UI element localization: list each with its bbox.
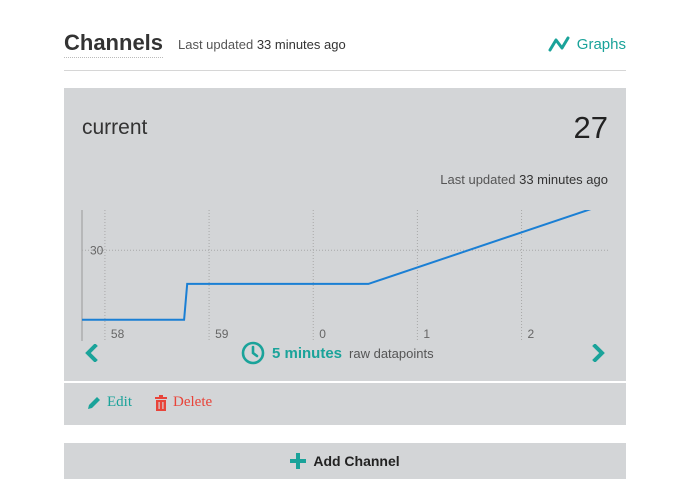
edit-label: Edit — [107, 394, 132, 410]
plus-icon — [290, 453, 307, 469]
graphs-link-label: Graphs — [576, 35, 626, 53]
channel-card: current 27 Last updated 33 minutes ago 5… — [64, 88, 626, 425]
page-title: Channels — [64, 30, 164, 58]
line-chart-icon — [548, 36, 570, 52]
add-channel-label: Add Channel — [313, 453, 400, 469]
edit-button[interactable]: Edit — [86, 394, 132, 411]
clock-icon — [241, 341, 265, 365]
chevron-left-icon — [85, 343, 98, 363]
time-range-description: raw datapoints — [349, 345, 434, 361]
card-divider — [64, 381, 626, 383]
x-tick-label: 2 — [528, 327, 535, 341]
time-range-selector[interactable]: 5 minutes raw datapoints — [241, 341, 434, 365]
pencil-icon — [88, 396, 100, 409]
delete-label: Delete — [173, 394, 213, 410]
channels-header: Channels Last updated 33 minutes ago Gra… — [64, 30, 626, 71]
chart-prev-button[interactable] — [84, 343, 98, 367]
x-tick-label: 1 — [423, 327, 430, 341]
graphs-link[interactable]: Graphs — [548, 35, 626, 53]
x-tick-label: 0 — [319, 327, 326, 341]
header-updated-prefix: Last updated — [178, 37, 254, 52]
x-tick-label: 59 — [215, 327, 229, 341]
header-updated-value: 33 minutes ago — [256, 37, 346, 52]
channel-chart: 58 59 0 1 2 30 — [81, 210, 608, 341]
delete-button[interactable]: Delete — [154, 394, 212, 411]
channel-actions: Edit Delete — [86, 394, 234, 411]
x-tick-label: 58 — [111, 327, 125, 341]
chevron-right-icon — [592, 343, 605, 363]
series-line — [82, 210, 592, 321]
add-channel-button[interactable]: Add Channel — [64, 443, 626, 479]
header-last-updated: Last updated 33 minutes ago — [178, 37, 346, 52]
trash-icon — [155, 394, 167, 411]
time-range-value: 5 minutes — [272, 344, 343, 362]
chart-next-button[interactable] — [592, 343, 606, 367]
y-tick-label: 30 — [90, 243, 104, 257]
